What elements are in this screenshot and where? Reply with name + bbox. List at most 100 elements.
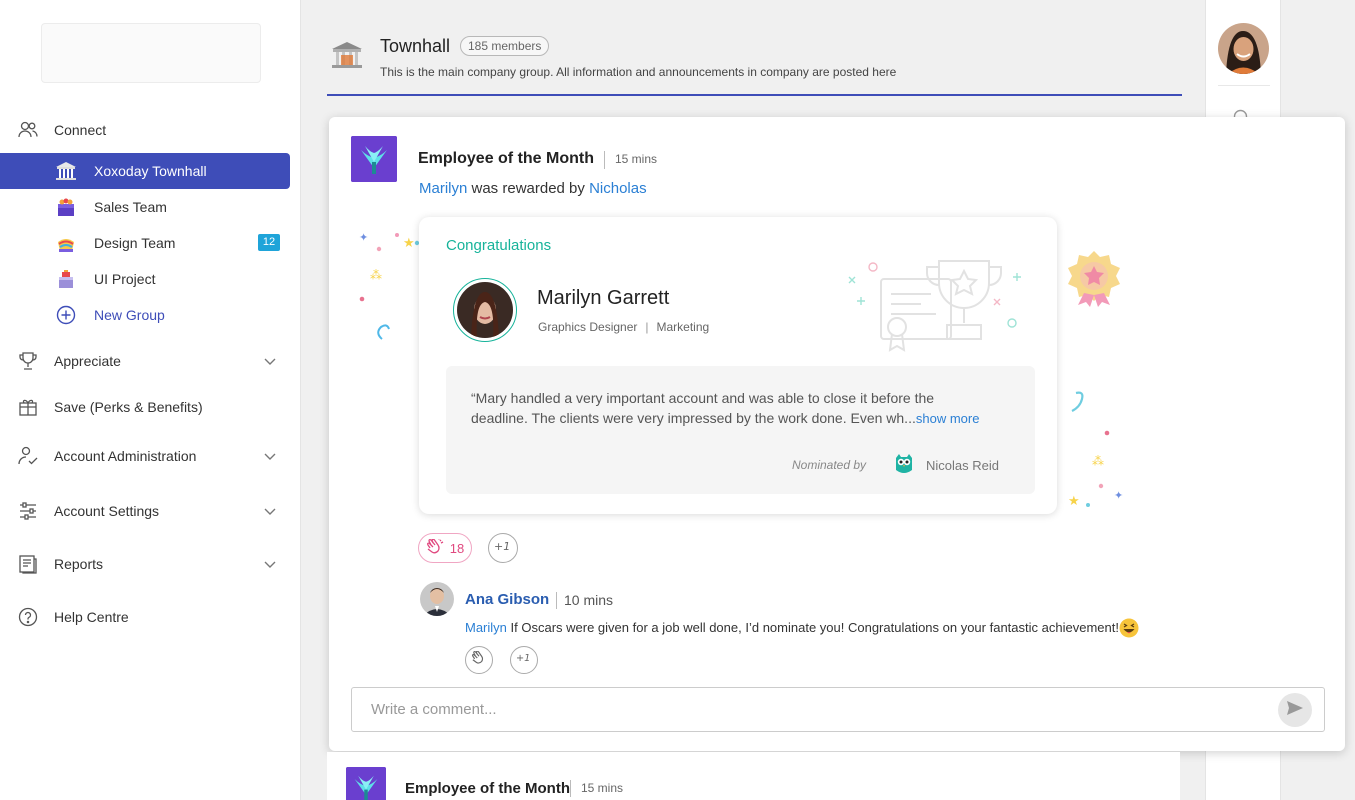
comment-input[interactable]	[352, 688, 1252, 731]
svg-text:⁂: ⁂	[1092, 454, 1104, 468]
award-card: Congratulations Marilyn Garrett Graphics…	[419, 217, 1057, 514]
svg-text:+1: +1	[516, 653, 530, 664]
nav-reports[interactable]: Reports	[0, 546, 300, 582]
help-icon	[17, 606, 39, 628]
new-group-button[interactable]: New Group	[0, 297, 290, 333]
people-icon	[17, 119, 39, 141]
recipient-link[interactable]: Marilyn	[419, 180, 467, 197]
post-title: Employee of the Month	[418, 150, 594, 167]
sales-team-icon	[54, 195, 78, 219]
sidebar: Connect Xoxoday Townhall Sales Team Desi…	[0, 0, 301, 800]
nav-appreciate-label: Appreciate	[54, 353, 121, 369]
nominee-photo	[453, 278, 517, 342]
mention-link[interactable]: Marilyn	[465, 620, 507, 635]
sidebar-item-sales-team[interactable]: Sales Team	[0, 189, 290, 225]
divider: |	[645, 320, 649, 334]
plus-one-button[interactable]: +1	[488, 533, 518, 563]
comment-clap-button[interactable]	[465, 646, 493, 674]
confetti-decoration: ✦ ★ ⁂	[359, 232, 420, 340]
unread-badge: 12	[258, 234, 280, 251]
nomination-quote-box: “Mary handled a very important account a…	[446, 366, 1035, 494]
trophy-certificate-illustration	[848, 260, 1021, 352]
svg-text:+1: +1	[494, 540, 510, 553]
reports-icon	[17, 553, 39, 575]
user-check-icon	[17, 445, 39, 467]
comment-time: 10 mins	[564, 592, 614, 608]
nominee-role: Graphics Designer | Marketing	[538, 320, 709, 334]
show-more-link[interactable]: show more	[916, 411, 980, 426]
clap-icon	[426, 538, 444, 558]
plus-one-icon: +1	[516, 651, 532, 669]
members-count-badge[interactable]: 185 members	[460, 36, 550, 56]
user-avatar[interactable]	[1218, 23, 1269, 74]
group-description: This is the main company group. All info…	[380, 65, 897, 79]
townhall-icon	[54, 159, 78, 183]
comment-body: If Oscars were given for a job well done…	[506, 620, 1119, 635]
divider	[570, 780, 571, 797]
nav-connect-label: Connect	[54, 122, 107, 138]
clap-count: 18	[449, 540, 465, 556]
svg-text:★: ★	[1068, 493, 1080, 508]
nav-help-centre-label: Help Centre	[54, 609, 129, 625]
comment-box	[351, 687, 1325, 732]
nav-help-centre[interactable]: Help Centre	[0, 599, 300, 635]
sidebar-item-label: UI Project	[94, 271, 156, 287]
divider	[556, 592, 557, 609]
svg-text:⁂: ⁂	[370, 268, 382, 282]
sidebar-item-xoxoday-townhall[interactable]: Xoxoday Townhall	[0, 153, 290, 189]
chevron-down-icon[interactable]	[262, 556, 278, 572]
post-card: Employee of the Month 15 mins Marilyn wa…	[329, 117, 1345, 751]
giver-link[interactable]: Nicholas	[589, 180, 647, 197]
commenter-name[interactable]: Ana Gibson	[465, 591, 549, 608]
nav-account-settings[interactable]: Account Settings	[0, 493, 300, 529]
nav-connect[interactable]: Connect	[0, 112, 300, 148]
nav-account-administration[interactable]: Account Administration	[0, 438, 300, 474]
chevron-down-icon[interactable]	[262, 448, 278, 464]
group-title: Townhall	[380, 36, 451, 56]
comment-plus-one-button[interactable]: +1	[510, 646, 538, 674]
nav-reports-label: Reports	[54, 556, 104, 572]
post-time: 15 mins	[581, 781, 624, 795]
divider	[1218, 85, 1270, 86]
nominee-title: Graphics Designer	[538, 320, 638, 334]
award-badge-avatar	[351, 136, 397, 182]
new-group-label: New Group	[94, 307, 165, 323]
grinning-emoji-icon	[1119, 618, 1139, 638]
svg-text:✦: ✦	[1114, 490, 1123, 502]
sidebar-item-design-team[interactable]: Design Team 12	[0, 225, 290, 261]
group-header: Townhall 185 members This is the main co…	[327, 28, 1182, 96]
nav-appreciate[interactable]: Appreciate	[0, 343, 300, 379]
send-icon	[1286, 700, 1304, 721]
nav-save-label: Save (Perks & Benefits)	[54, 399, 203, 415]
company-logo	[41, 23, 261, 83]
sidebar-item-ui-project[interactable]: UI Project	[0, 261, 290, 297]
sidebar-item-label: Xoxoday Townhall	[94, 163, 207, 179]
clap-icon	[471, 650, 487, 670]
divider	[604, 151, 605, 169]
chevron-down-icon[interactable]	[262, 503, 278, 519]
reward-summary-text: was rewarded by	[467, 180, 590, 197]
nomination-quote: “Mary handled a very important account a…	[471, 388, 991, 429]
post-title: Employee of the Month	[405, 780, 570, 797]
post-time: 15 mins	[615, 152, 658, 166]
trophy-icon	[17, 350, 39, 372]
next-post-card: Employee of the Month 15 mins	[327, 752, 1180, 800]
nominated-by-label: Nominated by	[792, 458, 867, 472]
sidebar-item-label: Design Team	[94, 235, 176, 251]
plus-circle-icon	[54, 303, 78, 327]
chevron-down-icon[interactable]	[262, 353, 278, 369]
nav-account-settings-label: Account Settings	[54, 503, 160, 519]
svg-text:✦: ✦	[359, 232, 368, 244]
clap-reaction-button[interactable]: 18	[418, 533, 472, 563]
congratulations-heading: Congratulations	[446, 237, 552, 254]
nav-save[interactable]: Save (Perks & Benefits)	[0, 389, 300, 425]
nominee-department: Marketing	[656, 320, 710, 334]
nominator-name: Nicolas Reid	[926, 458, 999, 473]
nav-account-administration-label: Account Administration	[54, 448, 197, 464]
comment-text: Marilyn If Oscars were given for a job w…	[465, 620, 1119, 635]
send-button[interactable]	[1278, 693, 1312, 727]
award-badge-avatar	[346, 767, 386, 800]
commenter-avatar[interactable]	[420, 582, 454, 616]
ui-project-icon	[54, 267, 78, 291]
gift-icon	[17, 396, 39, 418]
